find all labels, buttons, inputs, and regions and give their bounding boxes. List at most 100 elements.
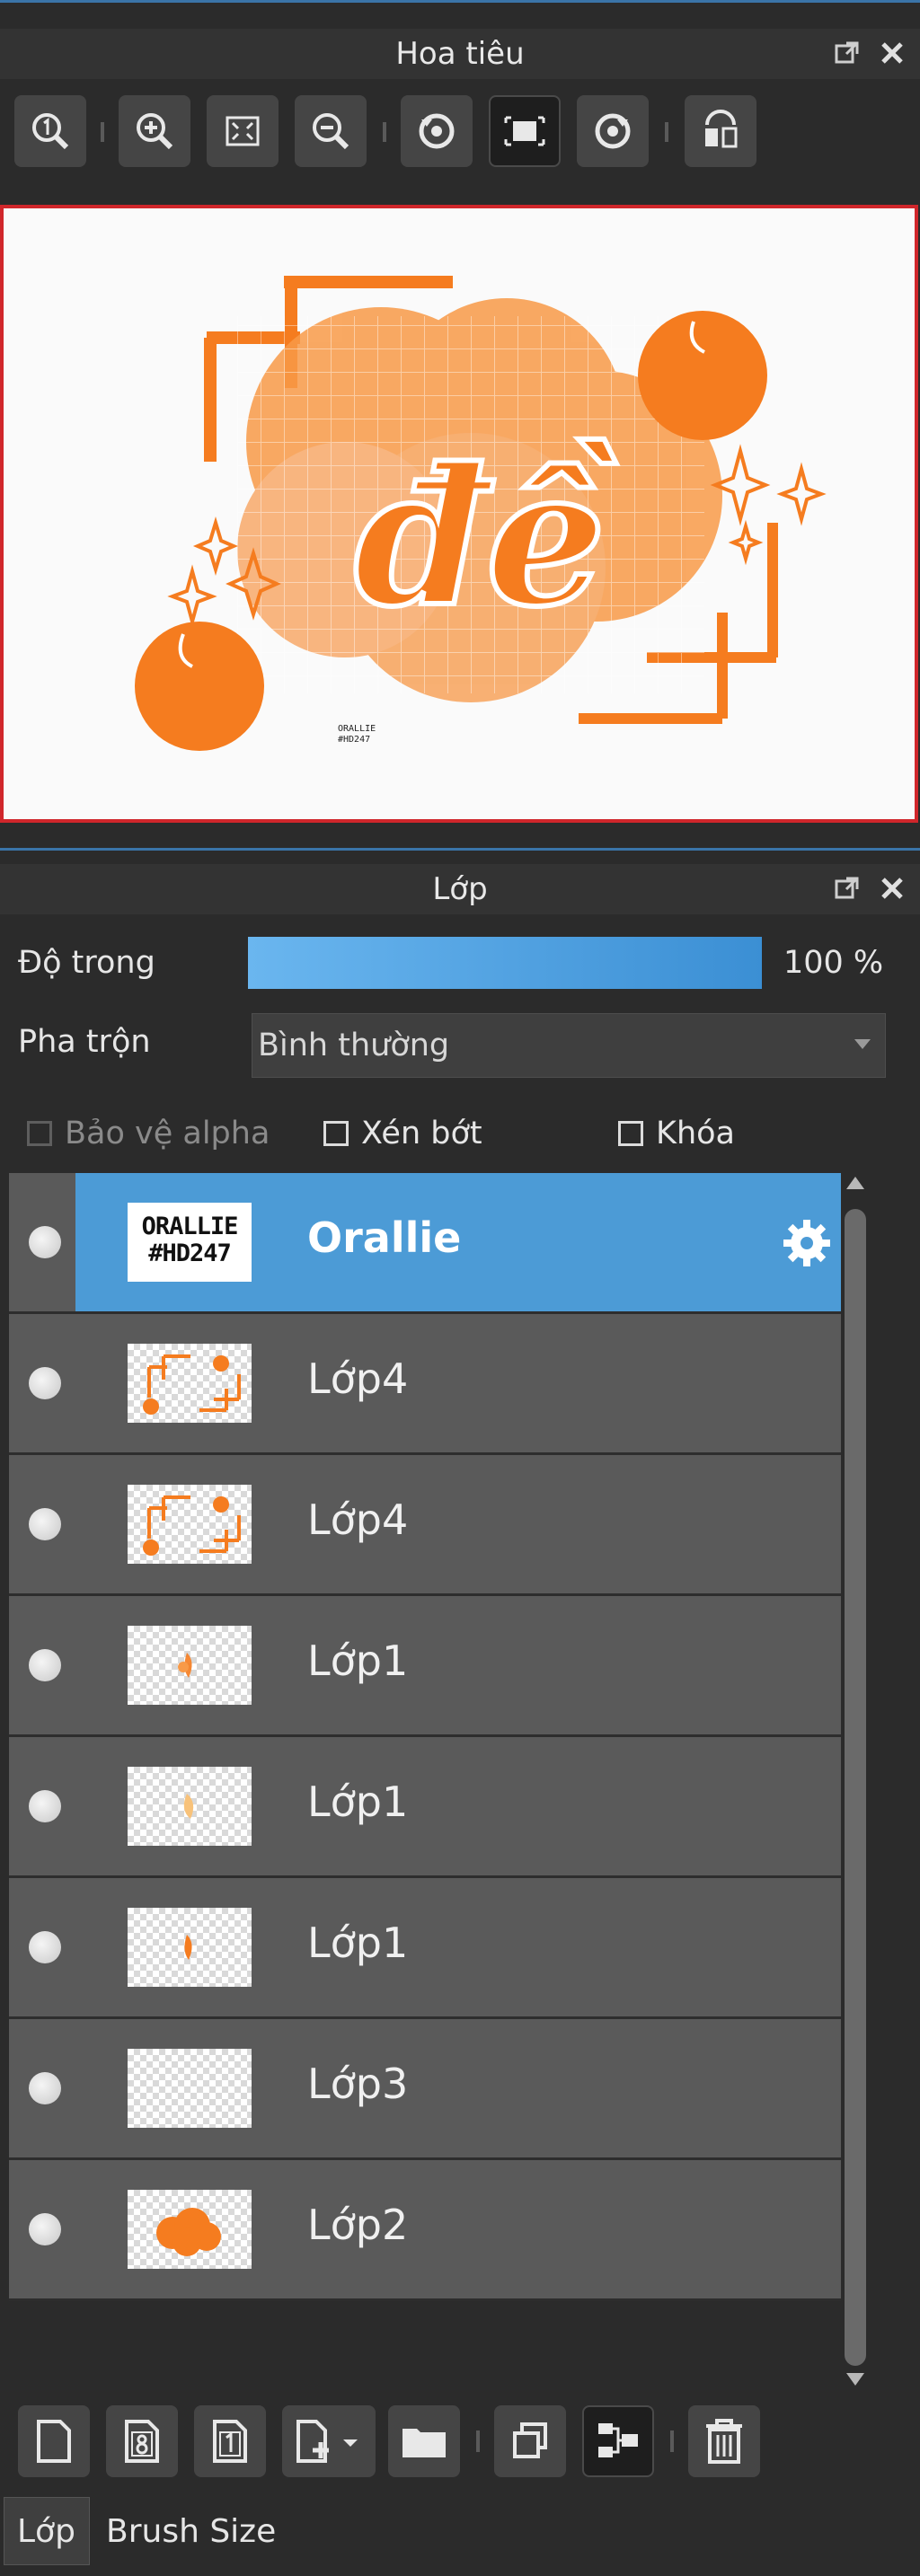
layer-thumbnail (128, 1485, 252, 1564)
scroll-up-icon[interactable] (846, 1177, 864, 1189)
add-layer-dropdown-button[interactable] (282, 2405, 376, 2477)
checkbox-icon (323, 1121, 349, 1146)
layer-name: Lớp4 (307, 1354, 409, 1403)
layer-thumbnail: ORALLIE #HD247 (128, 1203, 252, 1282)
top-accent-line (0, 0, 920, 3)
signature-line-2: #HD247 (338, 735, 370, 745)
zoom-out-button[interactable] (295, 95, 367, 167)
scroll-down-icon[interactable] (846, 2373, 864, 2386)
popout-icon[interactable] (832, 873, 862, 904)
layer-name: Lớp3 (307, 2060, 409, 2108)
layer-list: ORALLIE #HD247 Orallie Lớp4 Lớp4 Lớp1 Lớ… (9, 1173, 841, 2301)
visibility-toggle-icon[interactable] (29, 2072, 61, 2104)
visibility-toggle-icon[interactable] (29, 1508, 61, 1540)
layer-thumbnail (128, 1908, 252, 1987)
zoom-actual-size-button[interactable] (14, 95, 86, 167)
visibility-toggle-icon[interactable] (29, 2213, 61, 2245)
layer-name: Lớp1 (307, 1919, 409, 1967)
clipping-label: Xén bớt (361, 1116, 482, 1151)
layers-accent-line (0, 848, 920, 851)
thumb-text-1: ORALLIE (141, 1213, 239, 1240)
visibility-toggle-icon[interactable] (29, 1226, 61, 1258)
layer-name: Lớp1 (307, 1778, 409, 1826)
new-folder-button[interactable] (388, 2405, 460, 2477)
protect-alpha-checkbox[interactable]: Bảo vệ alpha (27, 1116, 270, 1151)
signature-line-1: ORALLIE (338, 724, 376, 734)
blend-mode-select[interactable]: Bình thường (252, 1013, 886, 1078)
layer-thumbnail (128, 2049, 252, 2128)
fit-screen-button[interactable] (207, 95, 279, 167)
lock-checkbox[interactable]: Khóa (618, 1116, 735, 1151)
add-layer-icon (296, 2420, 358, 2463)
folder-icon (402, 2429, 446, 2457)
rotate-right-button[interactable] (577, 95, 649, 167)
duplicate-icon (513, 2422, 547, 2458)
zoom-in-button[interactable] (119, 95, 190, 167)
fit-screen-icon (226, 116, 260, 146)
zoom-1-icon (32, 113, 69, 150)
artwork-letters: đề (354, 427, 616, 648)
visibility-toggle-icon[interactable] (29, 1931, 61, 1963)
visibility-toggle-icon[interactable] (29, 1649, 61, 1681)
clipping-checkbox[interactable]: Xén bớt (323, 1116, 482, 1151)
layer-thumbnail (128, 1767, 252, 1846)
navigator-preview[interactable]: đề ORALLIE #HD247 (0, 205, 918, 823)
layer-name: Lớp4 (307, 1495, 409, 1544)
new-8bit-layer-button[interactable] (106, 2405, 178, 2477)
visibility-toggle-icon[interactable] (29, 1790, 61, 1822)
blend-mode-value: Bình thường (258, 1028, 450, 1063)
chevron-down-icon (854, 1039, 871, 1049)
layer-row[interactable]: Lớp1 (9, 1596, 841, 1737)
opacity-slider[interactable] (248, 937, 762, 989)
merge-layer-button[interactable] (582, 2405, 654, 2477)
new-layer-button[interactable] (18, 2405, 90, 2477)
navigator-header: Hoa tiêu (0, 29, 920, 79)
layer-scrollbar[interactable] (841, 1173, 870, 2395)
layer-row[interactable]: Lớp3 (9, 2019, 841, 2160)
layer-thumbnail (128, 2190, 252, 2269)
checkbox-icon (27, 1121, 52, 1146)
tab-brush-size[interactable]: Brush Size (93, 2497, 288, 2565)
panel-tabs: Lớp Brush Size (0, 2497, 920, 2576)
canvas-thumbnail: đề ORALLIE #HD247 (135, 276, 827, 751)
opacity-label: Độ trong (18, 945, 155, 981)
layer-row[interactable]: Lớp1 (9, 1737, 841, 1878)
zoom-in-icon (137, 113, 173, 150)
lock-label: Khóa (656, 1116, 735, 1151)
flip-horizontal-button[interactable] (685, 95, 756, 167)
visibility-toggle-icon[interactable] (29, 1367, 61, 1399)
navigator-toolbar (0, 86, 920, 185)
close-icon[interactable] (877, 873, 907, 904)
merge-icon (598, 2423, 638, 2457)
rotate-left-button[interactable] (401, 95, 473, 167)
8bit-layer-icon (125, 2420, 159, 2463)
layers-title: Lớp (432, 871, 488, 907)
layer-toolbar (0, 2396, 920, 2490)
trash-icon (706, 2419, 742, 2464)
thumb-text-2: #HD247 (148, 1239, 232, 1267)
layer-thumbnail (128, 1626, 252, 1705)
layer-name: Lớp2 (307, 2201, 409, 2249)
zoom-out-icon (313, 113, 349, 150)
close-icon[interactable] (877, 38, 907, 68)
navigator-title: Hoa tiêu (395, 36, 525, 72)
layers-header: Lớp (0, 864, 920, 914)
checkbox-icon (618, 1121, 643, 1146)
layer-row[interactable]: Lớp1 (9, 1878, 841, 2019)
layer-row[interactable]: Lớp2 (9, 2160, 841, 2301)
scroll-thumb[interactable] (845, 1209, 866, 2366)
tab-layers[interactable]: Lớp (4, 2497, 90, 2565)
new-page-icon (37, 2420, 71, 2463)
layer-row[interactable]: Lớp4 (9, 1314, 841, 1455)
blend-label: Pha trộn (18, 1024, 151, 1060)
duplicate-layer-button[interactable] (494, 2405, 566, 2477)
layer-row[interactable]: ORALLIE #HD247 Orallie (9, 1173, 841, 1314)
new-1bit-layer-button[interactable] (194, 2405, 266, 2477)
popout-icon[interactable] (832, 38, 862, 68)
gear-icon[interactable] (780, 1216, 834, 1270)
rotate-left-icon (419, 113, 455, 149)
reset-view-button[interactable] (489, 95, 561, 167)
delete-layer-button[interactable] (688, 2405, 760, 2477)
layer-row[interactable]: Lớp4 (9, 1455, 841, 1596)
layer-name: Orallie (307, 1213, 462, 1262)
